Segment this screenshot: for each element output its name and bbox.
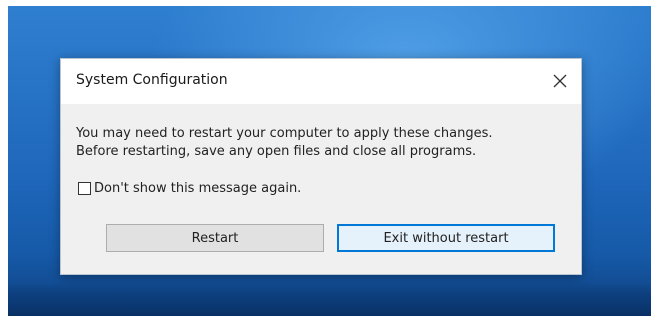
dont-show-again-option[interactable]: Don't show this message again.: [78, 181, 301, 196]
dialog-title: System Configuration: [76, 72, 228, 88]
dont-show-again-checkbox[interactable]: [78, 182, 91, 195]
restart-button[interactable]: Restart: [106, 224, 324, 252]
message-line-2: Before restarting, save any open files a…: [76, 144, 477, 159]
close-button[interactable]: [543, 65, 577, 97]
desktop-background: System Configuration You may need to res…: [8, 6, 651, 316]
message-line-1: You may need to restart your computer to…: [76, 126, 493, 141]
dialog-titlebar: System Configuration: [61, 59, 581, 104]
exit-without-restart-button[interactable]: Exit without restart: [337, 224, 555, 252]
dialog-message: You may need to restart your computer to…: [76, 125, 571, 161]
dont-show-again-label: Don't show this message again.: [94, 181, 302, 196]
taskbar-area: [8, 282, 651, 316]
system-configuration-dialog: System Configuration You may need to res…: [60, 58, 582, 275]
close-icon: [553, 74, 567, 88]
